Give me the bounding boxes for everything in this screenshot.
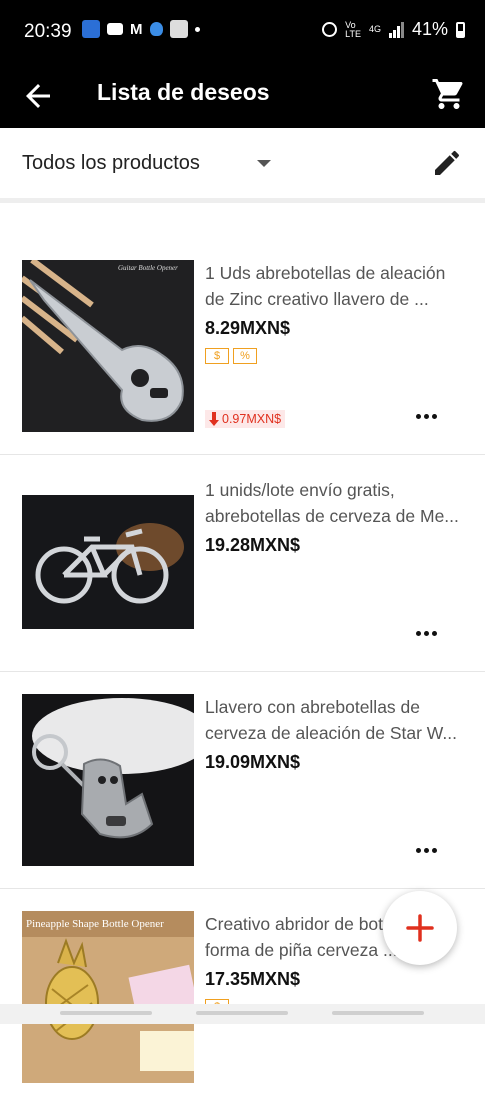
- volte-icon: Vo LTE: [345, 19, 361, 39]
- category-dropdown-label: Todos los productos: [22, 152, 200, 174]
- edit-button[interactable]: [431, 147, 463, 179]
- more-options-button[interactable]: [412, 842, 440, 858]
- product-price: 8.29MXN$: [205, 318, 291, 338]
- pencil-icon: [435, 150, 460, 175]
- category-dropdown[interactable]: Todos los productos: [0, 128, 290, 198]
- list-item[interactable]: Guitar Bottle Opener 1 Uds abrebotellas …: [0, 238, 485, 455]
- filter-bar: Todos los productos: [0, 128, 485, 203]
- cart-button[interactable]: [431, 76, 467, 112]
- page-title: Lista de deseos: [97, 79, 270, 105]
- battery-percent: 41%: [411, 19, 448, 39]
- gmail-icon: [107, 23, 123, 35]
- price-drop-amount: 0.97MXN$: [222, 412, 282, 426]
- promo-badges: $ %: [205, 348, 257, 364]
- wishlist: Guitar Bottle Opener 1 Uds abrebotellas …: [0, 238, 485, 1105]
- price-drop-tag: 0.97MXN$: [205, 410, 286, 428]
- product-image[interactable]: [22, 694, 194, 866]
- status-bar: 20:39 M Vo LTE 4G 41%: [0, 0, 485, 64]
- nav-back-button[interactable]: [332, 1011, 424, 1015]
- battery-icon: [456, 21, 465, 38]
- bitwarden-icon: [82, 20, 100, 38]
- arrow-down-icon: [209, 412, 219, 426]
- bicycle-opener-image: [22, 495, 194, 629]
- more-options-button[interactable]: [412, 625, 440, 641]
- alarm-icon: [322, 22, 338, 37]
- product-image[interactable]: [22, 495, 194, 629]
- product-title[interactable]: Llavero con abrebotellas de cerveza de a…: [205, 694, 467, 746]
- nav-home-button[interactable]: [196, 1011, 288, 1015]
- status-time: 20:39: [24, 21, 72, 42]
- pineapple-opener-image: Pineapple Shape Bottle Opener: [22, 911, 194, 1083]
- notification-icons: M: [82, 20, 200, 38]
- list-item[interactable]: Llavero con abrebotellas de cerveza de a…: [0, 672, 485, 889]
- app-bar: Lista de deseos: [0, 64, 485, 128]
- dot-icon: [194, 26, 200, 32]
- chat-icon: [169, 20, 188, 38]
- keychain-opener-image: [22, 694, 194, 866]
- system-nav-bar: [0, 1004, 485, 1024]
- product-price: 19.28MXN$: [205, 535, 301, 555]
- shopping-cart-icon: [432, 79, 463, 109]
- list-item[interactable]: 1 unids/lote envío gratis, abrebotellas …: [0, 455, 485, 672]
- image-caption: Guitar Bottle Opener: [118, 264, 178, 272]
- product-price: 19.09MXN$: [205, 752, 301, 772]
- arrow-left-icon: [26, 84, 50, 108]
- back-button[interactable]: [20, 78, 56, 114]
- coupon-badge: $: [205, 348, 229, 364]
- image-caption: Pineapple Shape Bottle Opener: [26, 918, 164, 930]
- signal-icon: [388, 21, 404, 38]
- guitar-opener-image: Guitar Bottle Opener: [22, 260, 194, 432]
- product-title[interactable]: 1 Uds abrebotellas de aleación de Zinc c…: [205, 260, 467, 312]
- nav-recents-button[interactable]: [60, 1011, 152, 1015]
- more-options-button[interactable]: [412, 408, 440, 424]
- product-image[interactable]: Guitar Bottle Opener: [22, 260, 194, 432]
- discount-badge: %: [233, 348, 257, 364]
- data-icon: 4G: [368, 24, 381, 34]
- product-image[interactable]: Pineapple Shape Bottle Opener: [22, 911, 194, 1083]
- caret-down-icon: [257, 160, 271, 167]
- m-icon: M: [130, 20, 143, 38]
- product-price: 17.35MXN$: [205, 969, 301, 989]
- shield-icon: [149, 22, 163, 36]
- plus-icon: [406, 914, 434, 942]
- add-fab-button[interactable]: +: [383, 891, 457, 965]
- system-status: Vo LTE 4G 41%: [322, 19, 465, 40]
- product-title[interactable]: 1 unids/lote envío gratis, abrebotellas …: [205, 477, 467, 529]
